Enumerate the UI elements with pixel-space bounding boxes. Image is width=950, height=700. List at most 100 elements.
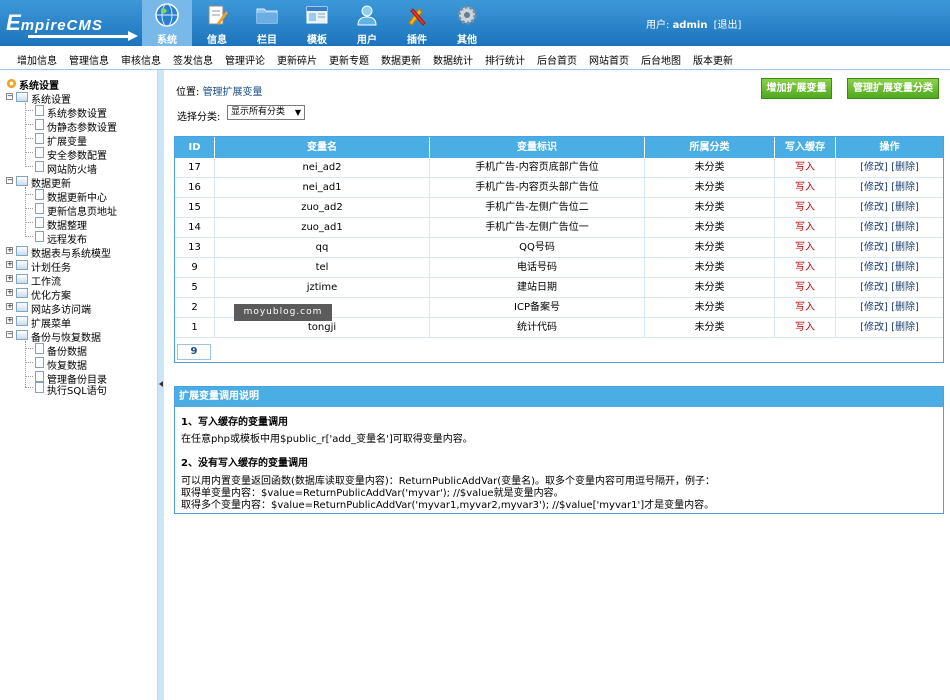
collapse-arrow-icon[interactable] [159, 381, 163, 387]
tree-group-label[interactable]: 扩展菜单 [31, 315, 71, 330]
menu-item[interactable]: 排行统计 [485, 52, 525, 67]
nav-tab-column[interactable]: 栏目 [242, 0, 292, 46]
nav-tab-user[interactable]: 用户 [342, 0, 392, 46]
cell-actions: [修改] [删除] [836, 278, 943, 298]
delete-link[interactable]: [删除] [891, 262, 919, 273]
breadcrumb-link[interactable]: 管理扩展变量 [203, 87, 263, 98]
menu-item[interactable]: 签发信息 [173, 52, 213, 67]
tree-item[interactable]: 扩展变量 [47, 133, 87, 148]
sidebar-tree: 系统设置 − 系统设置 系统参数设置 伪静态参数设置 扩展变量 安全参数配置 网… [0, 70, 157, 700]
edit-link[interactable]: [修改] [860, 322, 888, 333]
tree-group-label[interactable]: 系统设置 [31, 91, 71, 106]
folder-icon [16, 92, 28, 102]
collapse-toggle[interactable]: − [6, 331, 13, 338]
nav-tab-plugin[interactable]: 插件 [392, 0, 442, 46]
menu-item[interactable]: 数据更新 [381, 52, 421, 67]
edit-link[interactable]: [修改] [860, 182, 888, 193]
delete-link[interactable]: [删除] [891, 202, 919, 213]
cell-id: 15 [175, 198, 215, 218]
delete-link[interactable]: [删除] [891, 242, 919, 253]
tree-group-label[interactable]: 网站多访问端 [31, 301, 91, 316]
gear-icon [457, 5, 477, 25]
cell-cache: 写入 [775, 238, 836, 258]
delete-link[interactable]: [删除] [891, 222, 919, 233]
delete-link[interactable]: [删除] [891, 302, 919, 313]
tree-item[interactable]: 系统参数设置 [47, 105, 107, 120]
edit-link[interactable]: [修改] [860, 262, 888, 273]
cell-actions: [修改] [删除] [836, 198, 943, 218]
tree-item[interactable]: 远程发布 [47, 231, 87, 246]
pagination[interactable]: 9 [177, 344, 211, 360]
tree-item[interactable]: 网站防火墙 [47, 161, 97, 176]
expand-toggle[interactable]: + [6, 303, 13, 310]
delete-link[interactable]: [删除] [891, 182, 919, 193]
tree-item[interactable]: 数据更新中心 [47, 189, 107, 204]
menu-item[interactable]: 更新碎片 [277, 52, 317, 67]
logout-link[interactable]: [退出] [714, 20, 742, 31]
cell-name: qq [215, 238, 430, 258]
tree-group-label[interactable]: 优化方案 [31, 287, 71, 302]
cell-class: 未分类 [645, 238, 775, 258]
expand-toggle[interactable]: + [6, 275, 13, 282]
menu-item[interactable]: 后台地图 [641, 52, 681, 67]
settings-root-icon [6, 78, 17, 89]
menu-item[interactable]: 后台首页 [537, 52, 577, 67]
edit-link[interactable]: [修改] [860, 222, 888, 233]
collapse-toggle[interactable]: − [6, 93, 13, 100]
expand-toggle[interactable]: + [6, 247, 13, 254]
tree-item[interactable]: 安全参数配置 [47, 147, 107, 162]
tree-item[interactable]: 执行SQL语句 [47, 382, 107, 397]
tree-group-label[interactable]: 数据更新 [31, 175, 71, 190]
tree-branch-line [25, 166, 33, 167]
menu-item[interactable]: 增加信息 [17, 52, 57, 67]
nav-tab-template[interactable]: 模板 [292, 0, 342, 46]
tree-item[interactable]: 更新信息页地址 [47, 203, 117, 218]
expand-toggle[interactable]: + [6, 289, 13, 296]
tree-group-label[interactable]: 备份与恢复数据 [31, 329, 101, 344]
tree-item[interactable]: 伪静态参数设置 [47, 119, 117, 134]
cell-id: 2 [175, 298, 215, 318]
tree-item[interactable]: 恢复数据 [47, 357, 87, 372]
menu-item[interactable]: 更新专题 [329, 52, 369, 67]
nav-tab-info[interactable]: 信息 [192, 0, 242, 46]
tree-item[interactable]: 备份数据 [47, 343, 87, 358]
page-icon [35, 189, 44, 200]
nav-tab-system[interactable]: 系统 [142, 0, 192, 46]
cell-id: 13 [175, 238, 215, 258]
edit-link[interactable]: [修改] [860, 282, 888, 293]
delete-link[interactable]: [删除] [891, 162, 919, 173]
tree-group-label[interactable]: 工作流 [31, 273, 61, 288]
expand-toggle[interactable]: + [6, 317, 13, 324]
cell-cache: 写入 [775, 258, 836, 278]
sidebar-splitter[interactable] [157, 70, 164, 700]
manage-variable-class-button[interactable]: 管理扩展变量分类 [847, 78, 939, 99]
edit-link[interactable]: [修改] [860, 162, 888, 173]
add-variable-button[interactable]: 增加扩展变量 [761, 78, 832, 99]
nav-tab-other[interactable]: 其他 [442, 0, 492, 46]
menu-item[interactable]: 管理评论 [225, 52, 265, 67]
tree-group-label[interactable]: 数据表与系统模型 [31, 245, 111, 260]
delete-link[interactable]: [删除] [891, 282, 919, 293]
collapse-toggle[interactable]: − [6, 177, 13, 184]
cell-cache: 写入 [775, 198, 836, 218]
table-row: 17 nei_ad2 手机广告-内容页底部广告位 未分类 写入 [修改] [删除… [175, 158, 943, 178]
tree-item[interactable]: 数据整理 [47, 217, 87, 232]
edit-link[interactable]: [修改] [860, 202, 888, 213]
menu-item[interactable]: 审核信息 [121, 52, 161, 67]
cell-name: tongji [215, 318, 430, 338]
menu-item[interactable]: 版本更新 [693, 52, 733, 67]
cell-actions: [修改] [删除] [836, 158, 943, 178]
delete-link[interactable]: [删除] [891, 322, 919, 333]
menu-item[interactable]: 管理信息 [69, 52, 109, 67]
menu-item[interactable]: 数据统计 [433, 52, 473, 67]
menu-item[interactable]: 网站首页 [589, 52, 629, 67]
class-filter-select[interactable]: 显示所有分类 ▼ [227, 105, 305, 120]
empirecms-logo[interactable]: EmpireCMS [6, 10, 138, 41]
cell-class: 未分类 [645, 278, 775, 298]
help-section-title: 1、写入缓存的变量调用 [181, 417, 288, 428]
edit-link[interactable]: [修改] [860, 242, 888, 253]
expand-toggle[interactable]: + [6, 261, 13, 268]
tree-group-label[interactable]: 计划任务 [31, 259, 71, 274]
edit-link[interactable]: [修改] [860, 302, 888, 313]
cell-mark: 电话号码 [430, 258, 645, 278]
